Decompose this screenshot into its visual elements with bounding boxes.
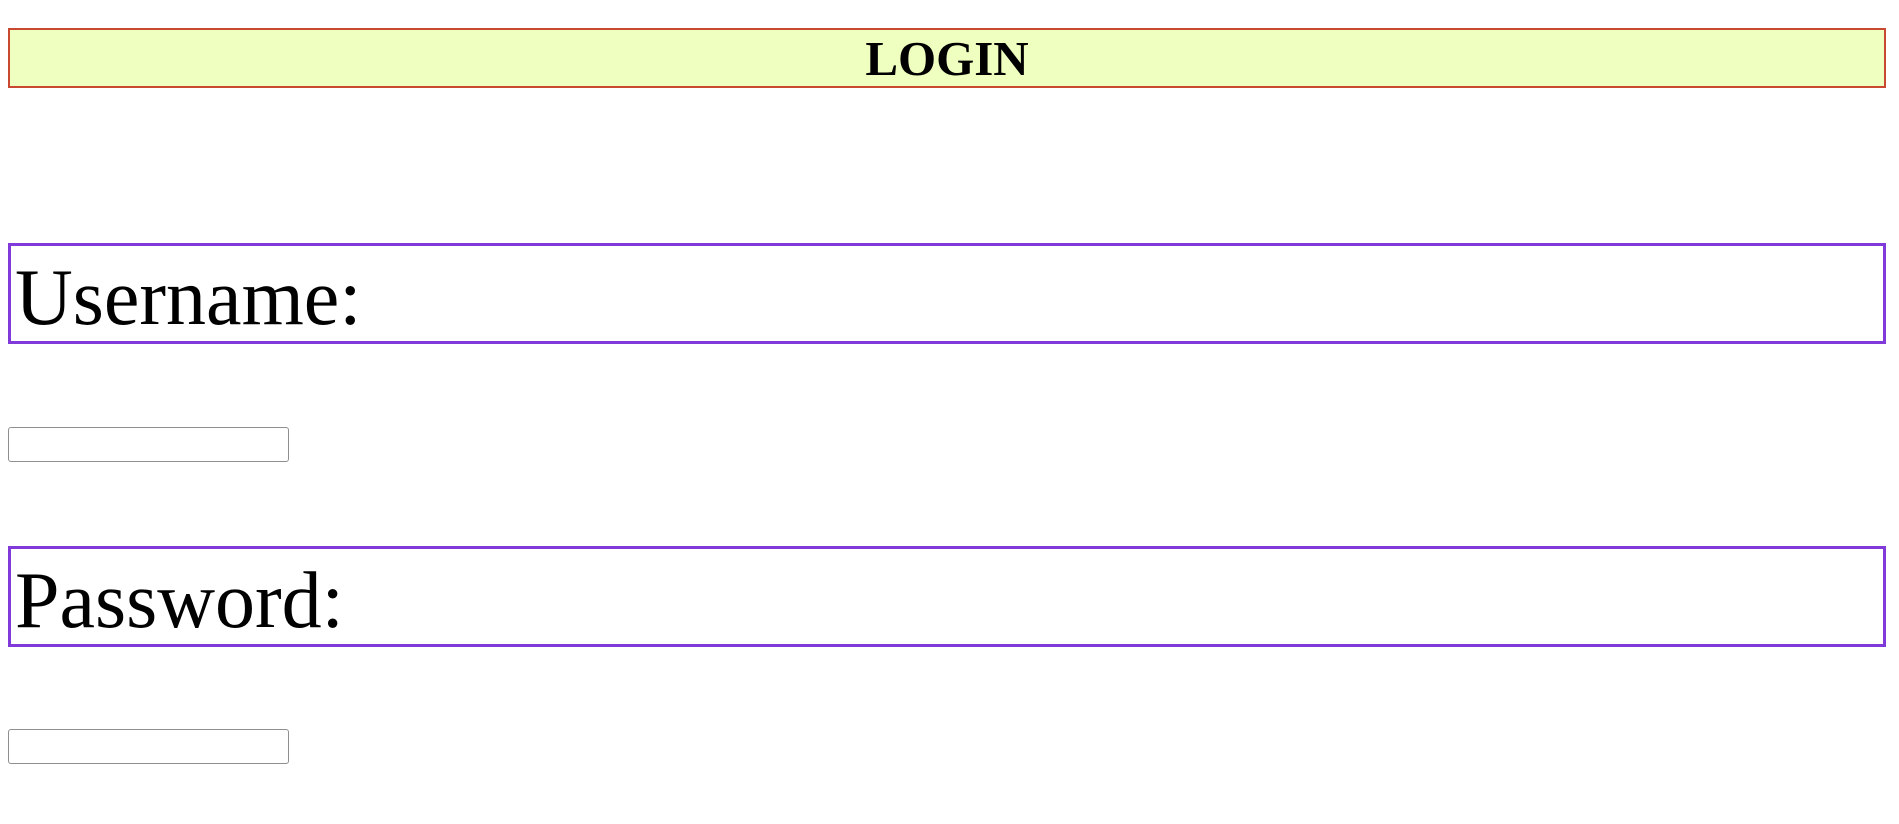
username-input[interactable] bbox=[8, 427, 289, 462]
username-label-box: Username: bbox=[8, 243, 1886, 344]
page-title: LOGIN bbox=[865, 30, 1029, 86]
password-label: Password: bbox=[15, 557, 344, 645]
username-label: Username: bbox=[15, 254, 362, 342]
password-label-box: Password: bbox=[8, 546, 1886, 647]
login-header: LOGIN bbox=[8, 28, 1886, 88]
password-input[interactable] bbox=[8, 729, 289, 764]
